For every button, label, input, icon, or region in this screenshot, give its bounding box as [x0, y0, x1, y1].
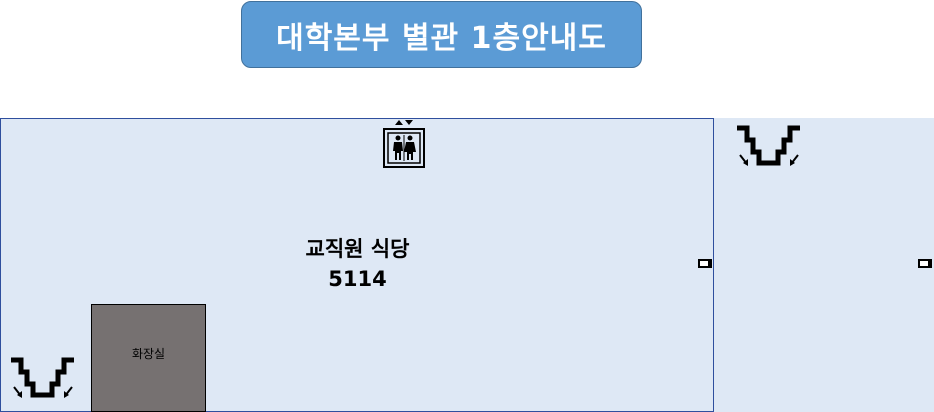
elevator-icon	[383, 120, 425, 168]
room-number: 5114	[328, 267, 387, 291]
room-faculty-cafeteria-label: 교직원 식당 5114	[255, 234, 460, 294]
stairs-icon	[11, 357, 74, 398]
room-name: 교직원 식당	[305, 237, 410, 261]
stairs-icon	[737, 125, 800, 166]
door-icon	[698, 259, 712, 268]
door-icon	[918, 259, 932, 268]
map-title: 대학본부 별관 1층안내도	[241, 1, 642, 68]
room-restroom[interactable]: 화장실	[91, 304, 206, 412]
restroom-label: 화장실	[131, 347, 166, 361]
